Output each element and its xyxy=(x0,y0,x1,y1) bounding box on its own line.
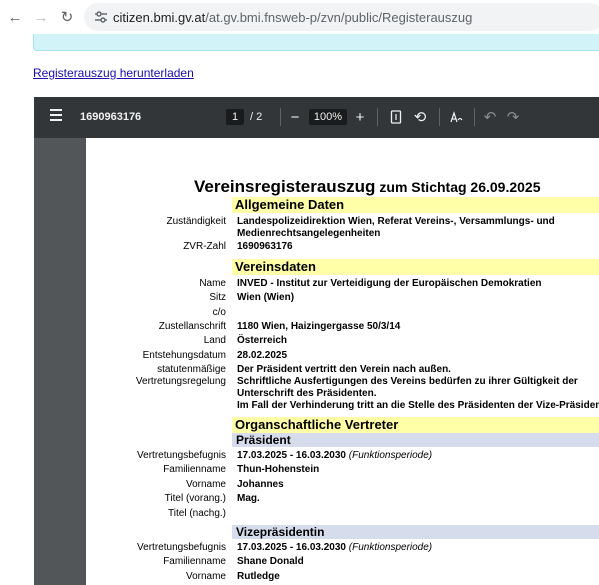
label-zustellanschrift: Zustellanschrift xyxy=(158,321,226,332)
menu-icon[interactable] xyxy=(50,109,64,125)
label-entstehungsdatum: Entstehungsdatum xyxy=(142,350,226,361)
url-path: /at.gv.bmi.fnsweb-p/zvn/public/Registera… xyxy=(205,10,473,25)
page-total: / 2 xyxy=(250,111,263,123)
section-vereinsdaten: Vereinsdaten xyxy=(232,259,599,275)
value-vertretungsregelung-3: Unterschrift des Präsidenten. xyxy=(237,388,377,399)
label-statutenmaessige: statutenmäßige xyxy=(157,364,226,375)
value-vertretungsbefugnis: 17.03.2025 - 16.03.2030 (Funktionsperiod… xyxy=(237,542,432,554)
value-vertretungsregelung-4: Im Fall der Verhinderung tritt an die St… xyxy=(237,400,599,411)
section-organschaftliche-vertreter: Organschaftliche Vertreter xyxy=(232,417,599,433)
befugnis-dates: 17.03.2025 - 16.03.2030 xyxy=(237,450,346,461)
label-titel-nachg: Titel (nachg.) xyxy=(168,508,226,519)
section-allgemeine-daten: Allgemeine Daten xyxy=(232,197,599,213)
value-familienname: Shane Donald xyxy=(237,556,304,567)
label-vorname: Vorname xyxy=(185,571,226,582)
zoom-input[interactable]: 100% xyxy=(309,109,347,125)
value-entstehungsdatum: 28.02.2025 xyxy=(237,350,288,361)
label-land: Land xyxy=(203,335,226,346)
value-titel-vorang: Mag. xyxy=(237,493,260,504)
reload-icon[interactable]: ↻ xyxy=(56,6,78,28)
zoom-out-icon[interactable]: − xyxy=(286,108,304,126)
value-name: INVED - Institut zur Verteidigung der Eu… xyxy=(237,278,542,289)
label-vertretungsbefugnis: Vertretungsbefugnis xyxy=(137,450,226,461)
toolbar-divider xyxy=(377,108,378,126)
value-vorname: Johannes xyxy=(237,479,284,490)
title-date: zum Stichtag 26.09.2025 xyxy=(379,179,541,195)
redo-icon[interactable]: ↷ xyxy=(504,108,522,126)
back-icon[interactable]: ← xyxy=(4,6,26,28)
url-host: citizen.bmi.gv.at xyxy=(113,10,206,25)
subsection-vizepraesidentin: Vizepräsidentin xyxy=(232,525,599,539)
download-register-link[interactable]: Registerauszug herunterladen xyxy=(33,66,194,80)
label-vertretungsbefugnis: Vertretungsbefugnis xyxy=(137,542,226,553)
value-vertretungsregelung-2: Schriftliche Ausfertigungen des Vereins … xyxy=(237,376,578,387)
toolbar-divider xyxy=(474,108,475,126)
url-text: citizen.bmi.gv.at/at.gv.bmi.fnsweb-p/zvn… xyxy=(113,10,472,25)
befugnis-dates: 17.03.2025 - 16.03.2030 xyxy=(237,542,346,553)
label-name: Name xyxy=(199,278,226,289)
value-zustaendigkeit-1: Landespolizeidirektion Wien, Referat Ver… xyxy=(237,216,555,227)
title-main: Vereinsregisterauszug xyxy=(194,177,376,196)
value-vertretungsbefugnis: 17.03.2025 - 16.03.2030 (Funktionsperiod… xyxy=(237,450,432,462)
value-familienname: Thun-Hohenstein xyxy=(237,464,320,475)
label-titel-vorang: Titel (vorang.) xyxy=(164,493,226,504)
value-sitz: Wien (Wien) xyxy=(237,292,295,303)
toolbar-divider xyxy=(439,108,440,126)
value-vorname: Rutledge xyxy=(237,571,280,582)
befugnis-period: (Funktionsperiode) xyxy=(348,450,433,461)
label-zvr: ZVR-Zahl xyxy=(183,241,226,252)
fit-page-icon[interactable] xyxy=(387,108,405,126)
label-co: c/o xyxy=(212,307,226,318)
zoom-in-icon[interactable]: + xyxy=(351,108,369,126)
page-number-input[interactable]: 1 xyxy=(226,109,244,125)
label-familienname: Familienname xyxy=(163,464,226,475)
site-settings-icon[interactable] xyxy=(94,10,108,24)
rotate-icon[interactable]: ⟲ xyxy=(411,108,429,126)
toolbar-divider xyxy=(280,108,281,126)
value-zvr: 1690963176 xyxy=(237,241,293,252)
label-vorname: Vorname xyxy=(185,479,226,490)
undo-icon[interactable]: ↶ xyxy=(481,108,499,126)
label-vertretungsregelung: Vertretungsregelung xyxy=(135,376,226,387)
pdf-toolbar: 1690963176 1 / 2 − 100% + ⟲ ↶ ↷ xyxy=(34,97,599,138)
subsection-praesident: Präsident xyxy=(232,433,599,447)
label-zustaendigkeit: Zuständigkeit xyxy=(166,216,226,227)
forward-icon[interactable]: → xyxy=(30,6,52,28)
value-zustellanschrift: 1180 Wien, Haizingergasse 50/3/14 xyxy=(237,321,401,332)
value-vertretungsregelung-1: Der Präsident vertritt den Verein nach a… xyxy=(237,364,451,375)
address-bar[interactable]: citizen.bmi.gv.at/at.gv.bmi.fnsweb-p/zvn… xyxy=(84,3,599,31)
label-sitz: Sitz xyxy=(209,292,226,303)
value-land: Österreich xyxy=(237,335,288,346)
pdf-page: Vereinsregisterauszug zum Stichtag 26.09.… xyxy=(86,138,599,585)
pdf-filename: 1690963176 xyxy=(80,111,142,123)
info-box xyxy=(33,34,599,51)
browser-toolbar: ← → ↻ citizen.bmi.gv.at/at.gv.bmi.fnsweb… xyxy=(0,0,599,34)
annotate-icon[interactable] xyxy=(447,108,465,126)
document-title: Vereinsregisterauszug zum Stichtag 26.09.… xyxy=(194,177,541,197)
value-zustaendigkeit-2: Medienrechtsangelegenheiten xyxy=(237,228,381,239)
befugnis-period: (Funktionsperiode) xyxy=(348,542,433,553)
label-familienname: Familienname xyxy=(163,556,226,567)
